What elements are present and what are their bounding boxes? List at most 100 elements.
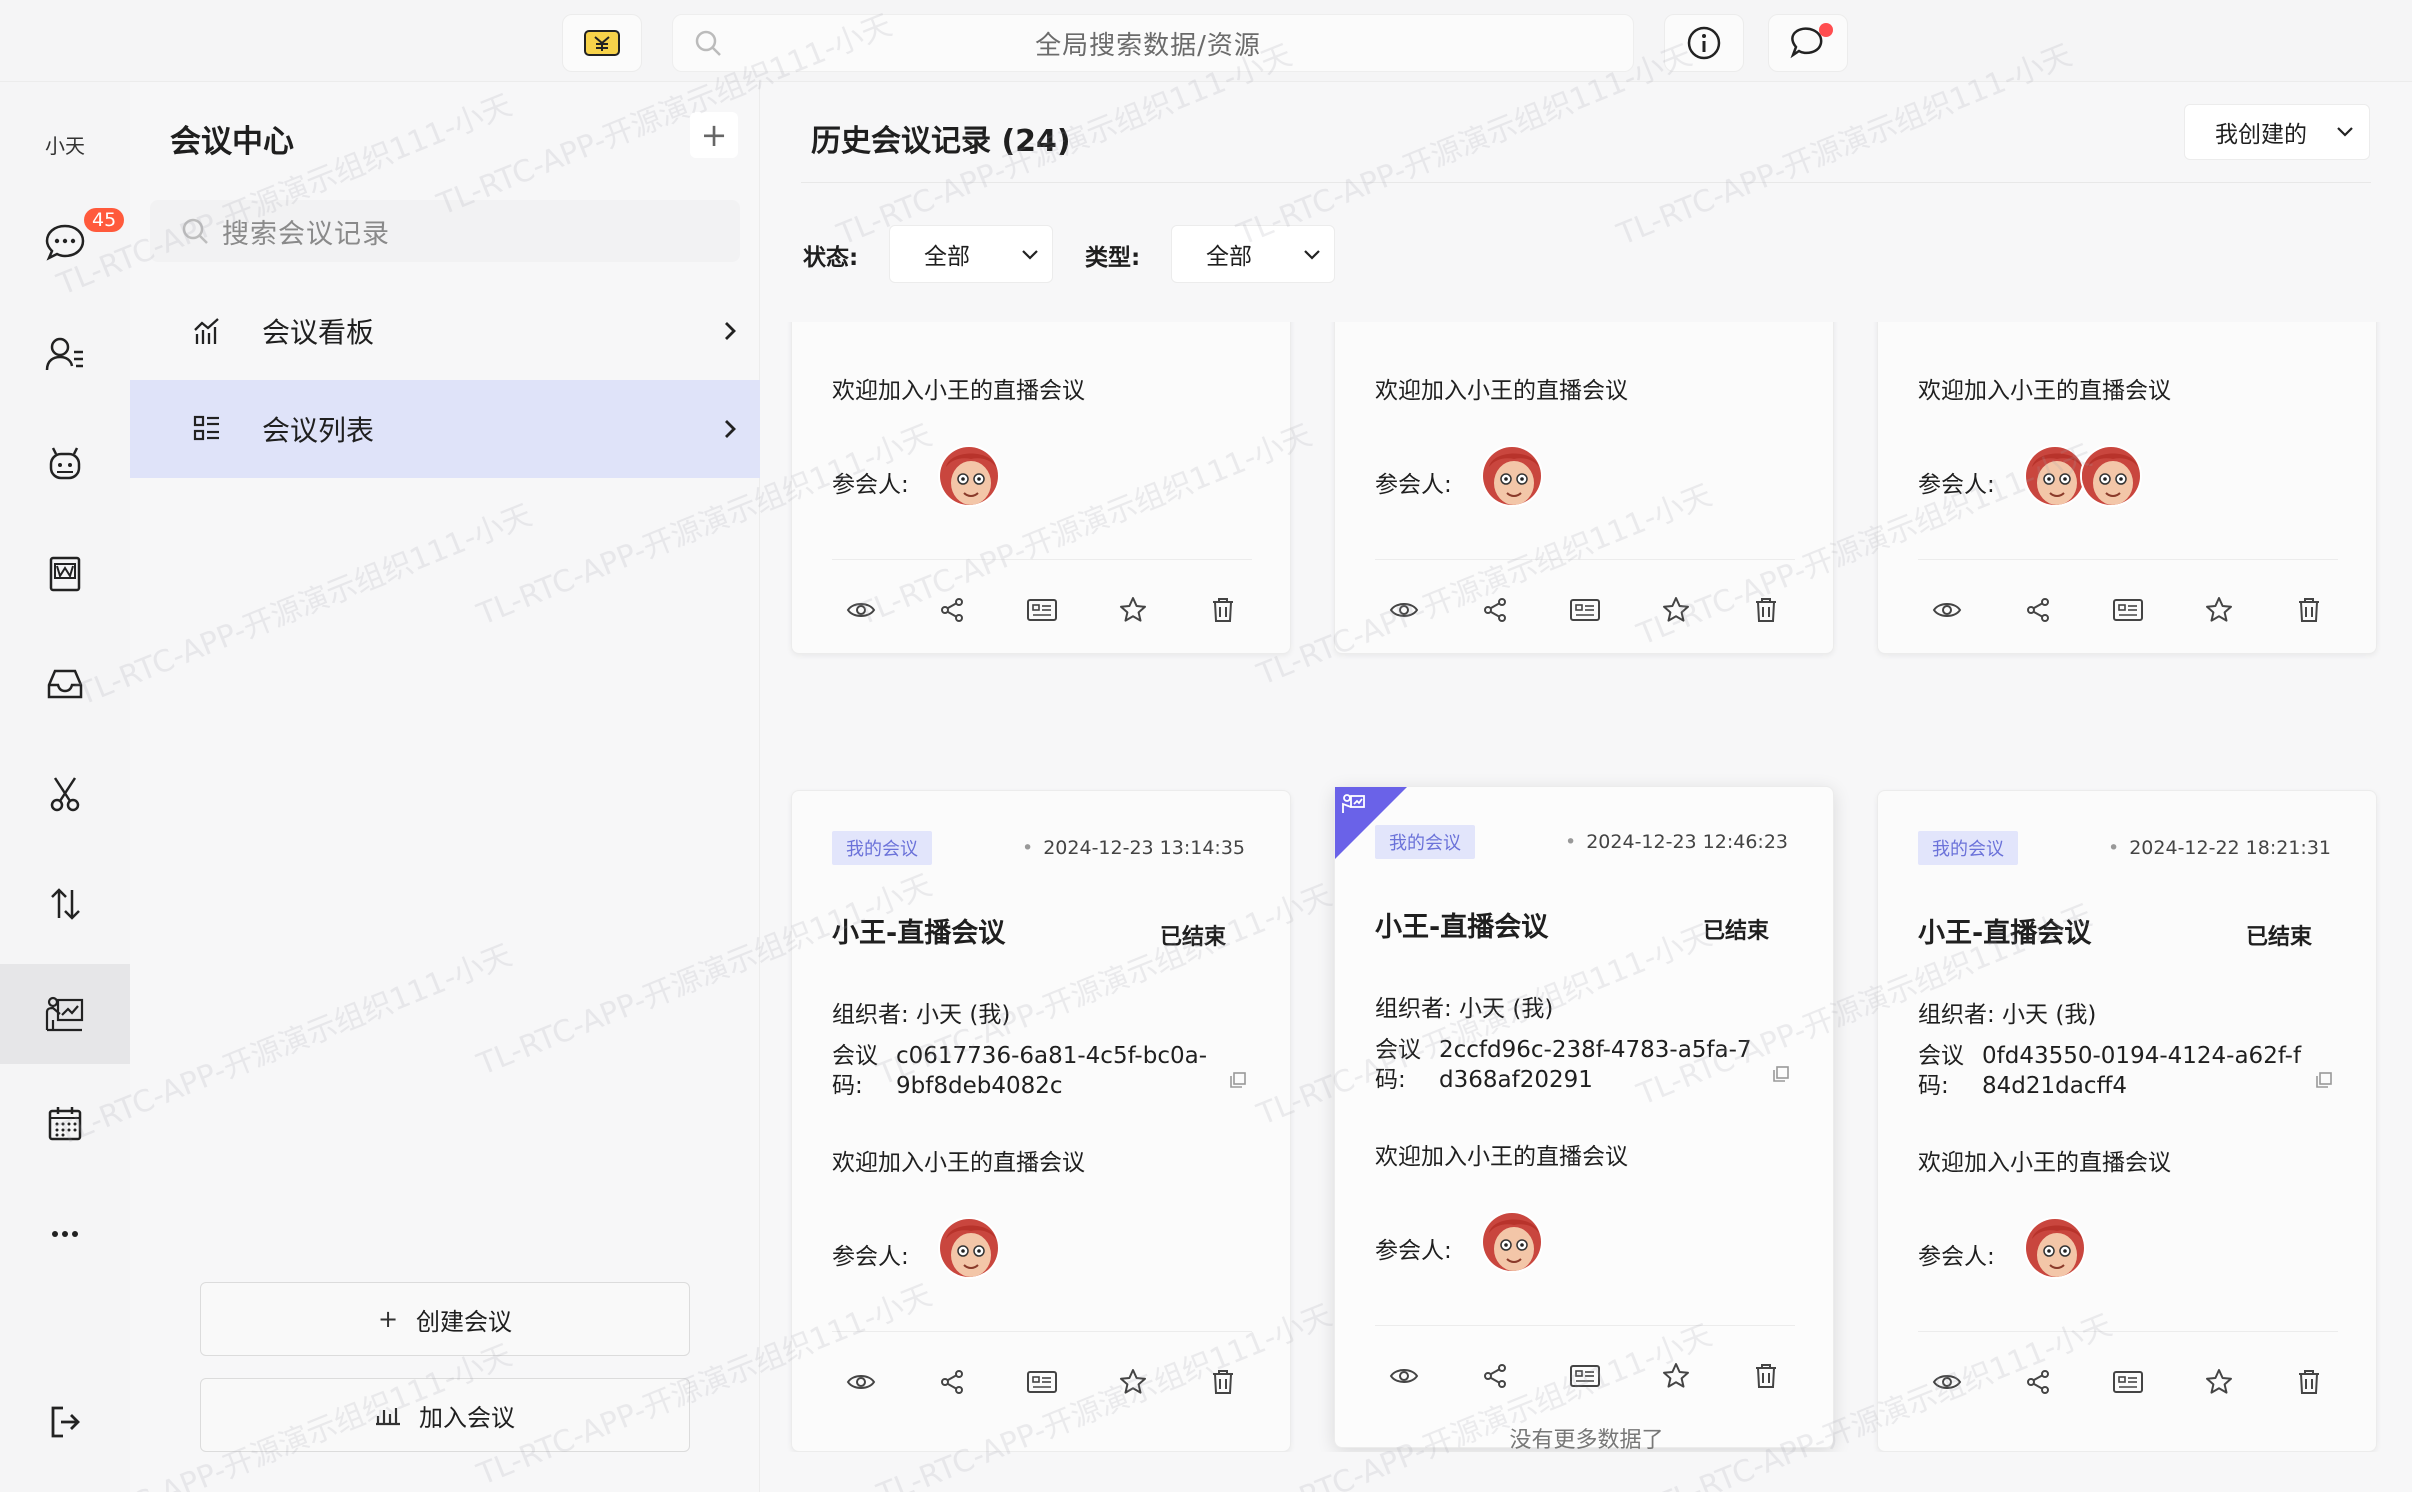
favorite-button[interactable] [1659, 593, 1693, 627]
app-window: 全局搜索数据/资源 小天 45 会议中心 + 搜索会议记录 会议看板 会议列表 … [0, 0, 2412, 1492]
status-filter-select[interactable]: 全部 [889, 225, 1053, 283]
participant-avatars [938, 445, 1000, 507]
share-icon [1483, 598, 1506, 622]
card-actions [1918, 1365, 2338, 1399]
record-button[interactable] [1025, 1365, 1059, 1399]
rail-item-transfer[interactable] [0, 854, 130, 954]
rail-item-clip[interactable] [0, 744, 130, 844]
participant-avatar[interactable] [2024, 1217, 2086, 1279]
rail-item-more[interactable] [0, 1184, 130, 1284]
participant-avatar[interactable] [938, 445, 1000, 507]
view-button[interactable] [1930, 1365, 1964, 1399]
rail-item-contacts[interactable] [0, 304, 130, 404]
meeting-description: 欢迎加入小王的直播会议 [1918, 1150, 2171, 1176]
view-button[interactable] [844, 593, 878, 627]
trash-icon [2299, 1370, 2319, 1394]
share-button[interactable] [2021, 1365, 2055, 1399]
favorite-button[interactable] [1116, 1365, 1150, 1399]
info-button[interactable] [1664, 14, 1744, 72]
delete-button[interactable] [1749, 1359, 1783, 1393]
meeting-card[interactable]: 我的会议 2024-12-23 13:14:35 小王-直播会议 已结束 组织者… [791, 790, 1291, 1452]
participant-avatars [2024, 445, 2142, 507]
delete-button[interactable] [1206, 1365, 1240, 1399]
meeting-time: 2024-12-23 13:14:35 [1022, 837, 1245, 859]
meeting-card[interactable]: 欢迎加入小王的直播会议 参会人: [791, 322, 1291, 654]
search-icon [182, 218, 208, 244]
meeting-card[interactable]: 欢迎加入小王的直播会议 参会人: [1877, 322, 2377, 654]
participant-avatar[interactable] [1481, 445, 1543, 507]
rail-item-chat[interactable]: 45 [0, 192, 130, 292]
trash-icon [1213, 598, 1233, 622]
favorite-button[interactable] [1116, 593, 1150, 627]
add-meeting-button[interactable]: + [690, 112, 738, 158]
meeting-description: 欢迎加入小王的直播会议 [832, 1150, 1085, 1176]
rail-item-inbox[interactable] [0, 634, 130, 734]
delete-button[interactable] [1206, 593, 1240, 627]
view-button[interactable] [1387, 593, 1421, 627]
share-icon [2026, 1370, 2049, 1394]
meeting-description: 欢迎加入小王的直播会议 [832, 378, 1085, 404]
sidebar-item-meeting-list[interactable]: 会议列表 [130, 380, 760, 478]
share-button[interactable] [935, 593, 969, 627]
star-icon [1662, 597, 1689, 622]
meeting-search-input[interactable]: 搜索会议记录 [150, 200, 740, 262]
eye-icon [1932, 1375, 1962, 1389]
meeting-card[interactable]: 我的会议 2024-12-22 18:21:31 小王-直播会议 已结束 组织者… [1877, 790, 2377, 1452]
meeting-title: 小王-直播会议 [1375, 912, 1549, 943]
share-button[interactable] [1478, 593, 1512, 627]
favorite-button[interactable] [2202, 593, 2236, 627]
logout-button[interactable] [0, 1372, 130, 1472]
copy-code-button[interactable] [2315, 1071, 2333, 1093]
favorite-button[interactable] [1659, 1359, 1693, 1393]
view-button[interactable] [1930, 593, 1964, 627]
participant-avatar[interactable] [2080, 445, 2142, 507]
join-meeting-button[interactable]: 加入会议 [200, 1378, 690, 1452]
ticket-button[interactable] [562, 14, 642, 72]
notification-button[interactable] [1768, 14, 1848, 72]
meeting-description: 欢迎加入小王的直播会议 [1375, 1144, 1628, 1170]
meeting-organizer: 组织者: 小天 (我) [832, 1002, 1011, 1028]
copy-code-button[interactable] [1229, 1071, 1247, 1093]
view-button[interactable] [844, 1365, 878, 1399]
search-icon [695, 30, 721, 56]
participant-avatar[interactable] [1481, 1211, 1543, 1273]
rail-item-meeting[interactable] [0, 964, 130, 1064]
global-search[interactable]: 全局搜索数据/资源 [672, 14, 1634, 72]
rail-item-robot[interactable] [0, 414, 130, 514]
rail-item-document[interactable] [0, 524, 130, 624]
meeting-code: c0617736-6a81-4c5f-bc0a-9bf8deb4082c [896, 1043, 1207, 1099]
copy-code-button[interactable] [1772, 1065, 1790, 1087]
record-button[interactable] [2111, 1365, 2145, 1399]
record-button[interactable] [2111, 593, 2145, 627]
delete-button[interactable] [1749, 593, 1783, 627]
delete-button[interactable] [2292, 1365, 2326, 1399]
share-icon [2026, 598, 2049, 622]
rail-item-calendar[interactable] [0, 1074, 130, 1174]
meeting-card-highlighted[interactable]: 我的会议 2024-12-23 12:46:23 小王-直播会议 已结束 组织者… [1334, 786, 1834, 1448]
record-button[interactable] [1568, 1359, 1602, 1393]
record-button[interactable] [1025, 593, 1059, 627]
eye-icon [846, 603, 876, 617]
eye-icon [846, 1375, 876, 1389]
share-button[interactable] [1478, 1359, 1512, 1393]
trash-icon [1756, 598, 1776, 622]
sidebar-item-dashboard[interactable]: 会议看板 [130, 282, 760, 380]
delete-button[interactable] [2292, 593, 2326, 627]
record-button[interactable] [1568, 593, 1602, 627]
type-filter-select[interactable]: 全部 [1171, 225, 1335, 283]
card-actions [832, 593, 1252, 627]
meeting-search-placeholder: 搜索会议记录 [222, 218, 390, 250]
participant-avatar[interactable] [2024, 445, 2086, 507]
scope-select[interactable]: 我创建的 [2184, 104, 2370, 160]
meeting-status: 已结束 [1160, 925, 1227, 950]
participant-avatar[interactable] [938, 1217, 1000, 1279]
share-button[interactable] [935, 1365, 969, 1399]
meeting-card[interactable]: 欢迎加入小王的直播会议 参会人: [1334, 322, 1834, 654]
participant-avatars [1481, 1211, 1543, 1273]
share-button[interactable] [2021, 593, 2055, 627]
rail-user-name[interactable]: 小天 [0, 130, 130, 159]
more-icon [52, 1231, 78, 1237]
favorite-button[interactable] [2202, 1365, 2236, 1399]
create-meeting-button[interactable]: + 创建会议 [200, 1282, 690, 1356]
view-button[interactable] [1387, 1359, 1421, 1393]
